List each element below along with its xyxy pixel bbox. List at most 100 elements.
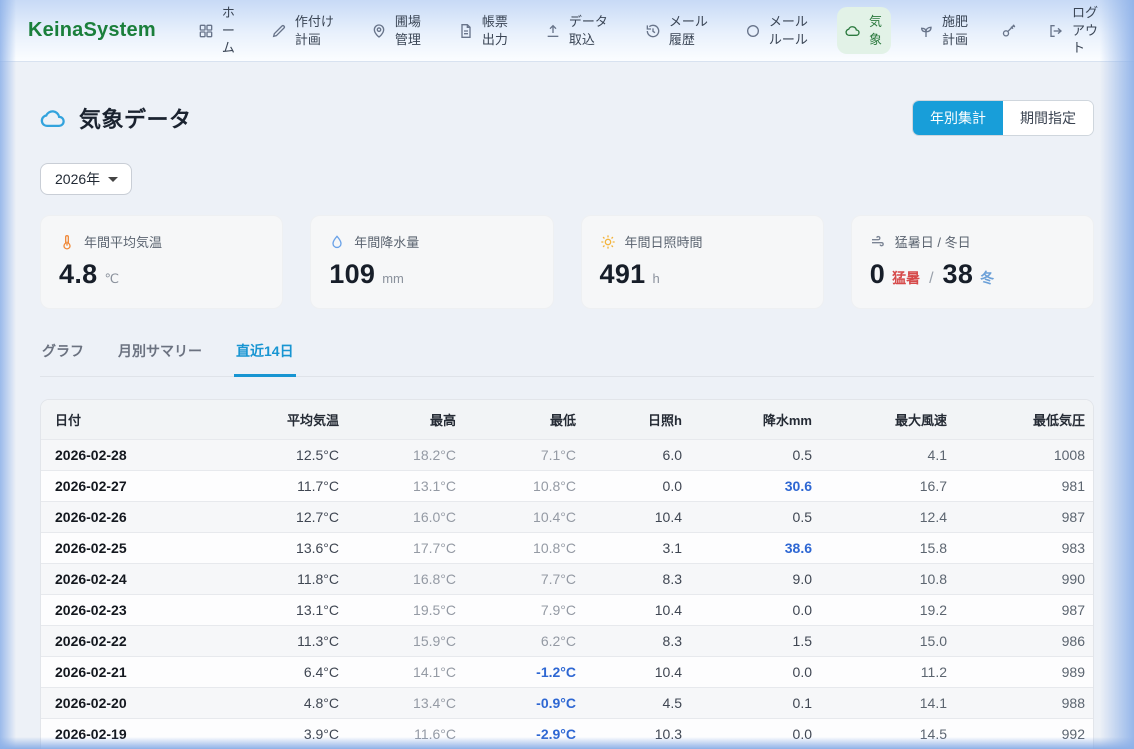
table-header-row: 日付 平均気温 最高 最低 日照h 降水mm 最大風速 最低気圧 — [41, 400, 1093, 440]
pressure-cell: 1008 — [955, 440, 1093, 471]
rain-cell: 30.6 — [690, 471, 820, 502]
nav-item-mail-rules[interactable]: メールルール — [737, 7, 818, 54]
nav-label: メール履歴 — [669, 13, 710, 48]
separator: / — [929, 270, 933, 288]
sunshine-cell: 8.3 — [584, 626, 690, 657]
col-min-pressure: 最低気圧 — [955, 400, 1093, 440]
avg-temp-cell: 13.6°C — [237, 533, 347, 564]
max-temp-cell: 17.7°C — [347, 533, 464, 564]
nav-item-weather[interactable]: 気象 — [837, 7, 891, 54]
brand-logo[interactable]: KeinaSystem — [28, 19, 156, 42]
tab-graph[interactable]: グラフ — [40, 337, 86, 377]
stat-unit: h — [652, 271, 659, 286]
nav-item-fertilizer-plan[interactable]: 施肥計画 — [910, 7, 978, 54]
pressure-cell: 986 — [955, 626, 1093, 657]
nav-item-key[interactable] — [997, 17, 1021, 45]
avg-temp-cell: 11.3°C — [237, 626, 347, 657]
table-row: 2026-02-2411.8°C16.8°C7.7°C8.39.010.8990 — [41, 564, 1093, 595]
sunshine-cell: 10.3 — [584, 719, 690, 749]
wind-cell: 15.8 — [820, 533, 955, 564]
min-temp-cell: -2.9°C — [464, 719, 584, 749]
nav-label: メールルール — [769, 13, 810, 48]
title-wrap: 気象データ — [40, 102, 192, 134]
weather-table-wrap: 日付 平均気温 最高 最低 日照h 降水mm 最大風速 最低気圧 2026-02… — [40, 399, 1094, 749]
nav-items: ホーム 作付け計画 圃場管理 帳票出力 データ取込 — [190, 0, 1108, 63]
document-icon — [458, 23, 474, 39]
nav-item-mail-history[interactable]: メール履歴 — [637, 7, 718, 54]
avg-temp-cell: 12.5°C — [237, 440, 347, 471]
period-select-button[interactable]: 期間指定 — [1003, 101, 1093, 135]
wind-cell: 16.7 — [820, 471, 955, 502]
nav-label: ホーム — [222, 4, 236, 57]
sunshine-cell: 6.0 — [584, 440, 690, 471]
min-temp-cell: 7.7°C — [464, 564, 584, 595]
max-temp-cell: 16.0°C — [347, 502, 464, 533]
stat-label: 猛暑日 / 冬日 — [895, 232, 971, 251]
date-cell: 2026-02-26 — [41, 502, 237, 533]
nav-item-planting-plan[interactable]: 作付け計画 — [263, 7, 344, 54]
col-avg-temp: 平均気温 — [237, 400, 347, 440]
avg-temp-cell: 6.4°C — [237, 657, 347, 688]
stat-cards: 年間平均気温 4.8 ℃ 年間降水量 109 mm — [40, 215, 1094, 309]
nav-label: 施肥計画 — [942, 13, 970, 48]
sunshine-cell: 4.5 — [584, 688, 690, 719]
avg-temp-card: 年間平均気温 4.8 ℃ — [40, 215, 283, 309]
nav-label: 作付け計画 — [295, 13, 336, 48]
date-cell: 2026-02-21 — [41, 657, 237, 688]
nav-label: データ取込 — [569, 13, 610, 48]
rain-cell: 1.5 — [690, 626, 820, 657]
tab-monthly-summary[interactable]: 月別サマリー — [116, 337, 204, 377]
table-row: 2026-02-2711.7°C13.1°C10.8°C0.030.616.79… — [41, 471, 1093, 502]
stat-label: 年間日照時間 — [625, 232, 703, 251]
pressure-cell: 983 — [955, 533, 1093, 564]
wind-cell: 15.0 — [820, 626, 955, 657]
sunshine-cell: 3.1 — [584, 533, 690, 564]
stat-value: 109 — [329, 259, 375, 290]
max-temp-cell: 15.9°C — [347, 626, 464, 657]
view-toggle: 年別集計 期間指定 — [912, 100, 1094, 136]
yearly-summary-button[interactable]: 年別集計 — [913, 101, 1003, 135]
sunshine-cell: 0.0 — [584, 471, 690, 502]
rain-cell: 0.0 — [690, 719, 820, 749]
date-cell: 2026-02-20 — [41, 688, 237, 719]
rain-cell: 0.1 — [690, 688, 820, 719]
nav-item-report-output[interactable]: 帳票出力 — [450, 7, 518, 54]
nav-item-logout[interactable]: ログアウト — [1040, 0, 1108, 63]
max-temp-cell: 18.2°C — [347, 440, 464, 471]
wind-icon — [870, 234, 886, 250]
sun-icon — [600, 234, 616, 250]
sunshine-cell: 8.3 — [584, 564, 690, 595]
min-temp-cell: 10.8°C — [464, 471, 584, 502]
rainfall-card: 年間降水量 109 mm — [310, 215, 553, 309]
rain-cell: 0.5 — [690, 440, 820, 471]
max-temp-cell: 11.6°C — [347, 719, 464, 749]
min-temp-cell: 7.9°C — [464, 595, 584, 626]
rain-cell: 0.5 — [690, 502, 820, 533]
min-temp-cell: 6.2°C — [464, 626, 584, 657]
rain-cell: 0.0 — [690, 595, 820, 626]
table-row: 2026-02-2612.7°C16.0°C10.4°C10.40.512.49… — [41, 502, 1093, 533]
sprout-icon — [918, 23, 934, 39]
home-grid-icon — [198, 23, 214, 39]
sunshine-cell: 10.4 — [584, 502, 690, 533]
nav-item-field-management[interactable]: 圃場管理 — [363, 7, 431, 54]
table-row: 2026-02-2513.6°C17.7°C10.8°C3.138.615.89… — [41, 533, 1093, 564]
pressure-cell: 981 — [955, 471, 1093, 502]
max-temp-cell: 13.4°C — [347, 688, 464, 719]
col-rain: 降水mm — [690, 400, 820, 440]
page-title: 気象データ — [79, 102, 192, 134]
avg-temp-cell: 13.1°C — [237, 595, 347, 626]
cloud-icon — [845, 23, 861, 39]
min-temp-cell: -1.2°C — [464, 657, 584, 688]
stat-label: 年間平均気温 — [84, 232, 162, 251]
date-cell: 2026-02-23 — [41, 595, 237, 626]
year-select[interactable]: 2026年 — [40, 163, 132, 195]
nav-item-home[interactable]: ホーム — [190, 0, 244, 63]
nav-item-data-import[interactable]: データ取込 — [537, 7, 618, 54]
weather-cloud-icon — [40, 105, 67, 132]
min-temp-cell: 7.1°C — [464, 440, 584, 471]
map-pin-icon — [371, 23, 387, 39]
wind-cell: 4.1 — [820, 440, 955, 471]
min-temp-cell: 10.4°C — [464, 502, 584, 533]
tab-last-14-days[interactable]: 直近14日 — [234, 337, 296, 377]
